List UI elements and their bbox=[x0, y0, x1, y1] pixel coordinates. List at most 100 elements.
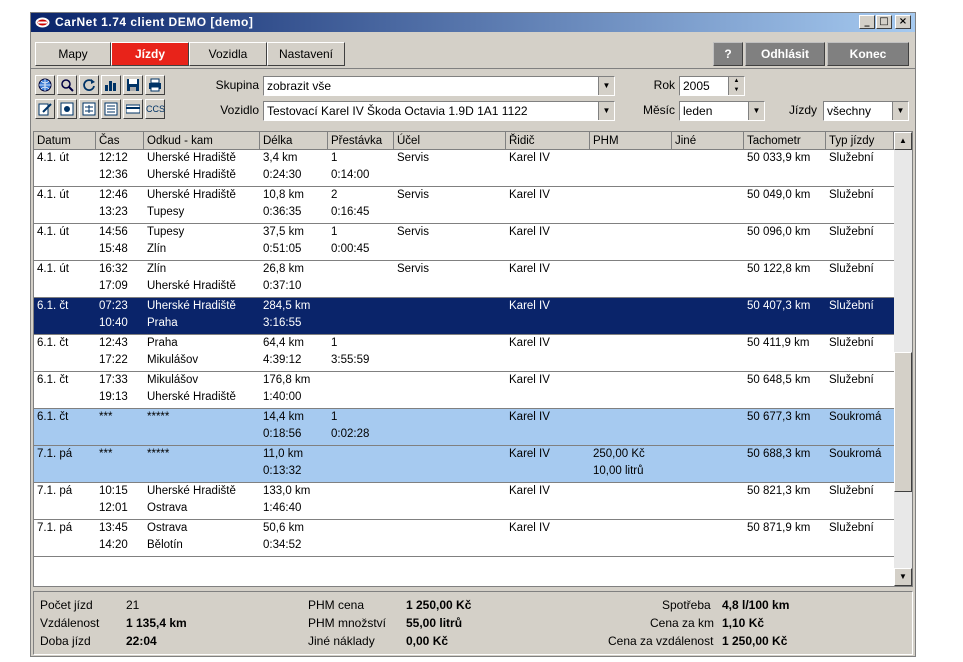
trips-filter-select[interactable]: všechny ▼ bbox=[823, 101, 909, 121]
table-cell: 176,8 km 1:40:00 bbox=[260, 372, 328, 407]
cell-text: 4.1. út bbox=[37, 189, 69, 201]
column-header[interactable]: Čas bbox=[96, 132, 144, 150]
cell-text: Uherské Hradiště bbox=[147, 300, 236, 312]
table-cell bbox=[328, 298, 394, 333]
year-spinner[interactable]: 2005 ▲ ▼ bbox=[679, 76, 745, 96]
cell-text: 12:01 bbox=[99, 502, 128, 514]
refresh-button[interactable] bbox=[79, 75, 99, 95]
table-cell: Služební bbox=[826, 150, 894, 185]
column-header[interactable]: Délka bbox=[260, 132, 328, 150]
table-row[interactable]: 6.1. čt 07:23 10:40 Uherské Hradiště Praha 28… bbox=[34, 298, 894, 335]
save-button[interactable] bbox=[123, 75, 143, 95]
cell-text: 10,00 litrů bbox=[593, 465, 644, 477]
column-header[interactable]: Jiné bbox=[672, 132, 744, 150]
cell-text: 0:37:10 bbox=[263, 280, 302, 292]
chevron-down-icon[interactable]: ▼ bbox=[598, 102, 614, 120]
scroll-down-icon[interactable]: ▼ bbox=[894, 568, 912, 586]
table-cell: Služební bbox=[826, 224, 894, 259]
column-header[interactable]: Tachometr bbox=[744, 132, 826, 150]
table-cell bbox=[672, 446, 744, 481]
table-row[interactable]: 4.1. út 16:32 17:09 Zlín Uherské Hradiště 26,… bbox=[34, 261, 894, 298]
tab-nastaveni[interactable]: Nastavení bbox=[267, 42, 345, 66]
table-cell: 4.1. út bbox=[34, 224, 96, 259]
fuel-price-label: PHM cena bbox=[308, 598, 365, 612]
table-row[interactable]: 4.1. út 12:46 13:23 Uherské Hradiště Tupesy 1… bbox=[34, 187, 894, 224]
ccs-button[interactable]: CCS bbox=[145, 99, 165, 119]
column-header[interactable]: Odkud - kam bbox=[144, 132, 260, 150]
table-row[interactable]: 7.1. pá 13:45 14:20 Ostrava Bělotín 50,6 km 0:… bbox=[34, 520, 894, 557]
minimize-button[interactable]: _ bbox=[859, 15, 875, 29]
calc-button[interactable] bbox=[79, 99, 99, 119]
help-button[interactable]: ? bbox=[713, 42, 743, 66]
cell-text: 133,0 km bbox=[263, 485, 311, 497]
chevron-down-icon[interactable]: ▼ bbox=[748, 102, 764, 120]
vertical-scrollbar[interactable]: ▲ ▼ bbox=[894, 132, 912, 586]
table-cell bbox=[328, 520, 394, 555]
cell-text: 6.1. čt bbox=[37, 300, 69, 312]
table-row[interactable]: 4.1. út 14:56 15:48 Tupesy Zlín 37,5 km 0:51:0… bbox=[34, 224, 894, 261]
scroll-up-icon[interactable]: ▲ bbox=[894, 132, 912, 150]
chart-button[interactable] bbox=[101, 75, 121, 95]
column-header[interactable]: PHM bbox=[590, 132, 672, 150]
print-button[interactable] bbox=[145, 75, 165, 95]
column-header[interactable]: Datum bbox=[34, 132, 96, 150]
table-row[interactable]: 4.1. út 12:12 12:36 Uherské Hradiště Uherské… bbox=[34, 150, 894, 187]
vehicle-select[interactable]: Testovací Karel IV Škoda Octavia 1.9D 1A… bbox=[263, 101, 615, 121]
table-cell: Karel IV bbox=[506, 150, 590, 185]
table-row[interactable]: 6.1. čt *** ***** 14,4 km 0:18:56 1 0:02:28 Kar… bbox=[34, 409, 894, 446]
cell-text: 7.1. pá bbox=[37, 448, 73, 460]
card-button[interactable] bbox=[123, 99, 143, 119]
cell-text: 14:56 bbox=[99, 226, 128, 238]
column-header[interactable]: Účel bbox=[394, 132, 506, 150]
scroll-thumb[interactable] bbox=[894, 352, 912, 492]
table-row[interactable]: 6.1. čt 12:43 17:22 Praha Mikulášov 64,4 km 4:… bbox=[34, 335, 894, 372]
cell-text: 0:34:52 bbox=[263, 539, 302, 551]
tab-vozidla[interactable]: Vozidla bbox=[189, 42, 267, 66]
table-row[interactable]: 6.1. čt 17:33 19:13 Mikulášov Uherské Hradiš… bbox=[34, 372, 894, 409]
price-per-km-value: 1,10 Kč bbox=[722, 616, 765, 630]
table-cell bbox=[394, 409, 506, 444]
other-costs-label: Jiné náklady bbox=[308, 634, 375, 648]
table-row[interactable]: 7.1. pá *** ***** 11,0 km 0:13:32 Karel IV 250… bbox=[34, 446, 894, 483]
table-cell: 1 0:00:45 bbox=[328, 224, 394, 259]
table-cell: 26,8 km 0:37:10 bbox=[260, 261, 328, 296]
column-header[interactable]: Typ jízdy bbox=[826, 132, 894, 150]
table-cell: 50 033,9 km bbox=[744, 150, 826, 185]
table-cell bbox=[672, 261, 744, 296]
cell-text: Karel IV bbox=[509, 152, 550, 164]
close-button[interactable]: × bbox=[895, 15, 911, 29]
cell-text: 1 bbox=[331, 152, 338, 164]
table-cell: Služební bbox=[826, 520, 894, 555]
end-button[interactable]: Konec bbox=[827, 42, 909, 66]
column-header[interactable]: Řidič bbox=[506, 132, 590, 150]
toolbar: CCS Skupina zobrazit vše ▼ Vozidlo Testo… bbox=[31, 69, 915, 129]
column-header[interactable]: Přestávka bbox=[328, 132, 394, 150]
price-per-distance-value: 1 250,00 Kč bbox=[722, 634, 788, 648]
cell-text: Zlín bbox=[147, 243, 167, 255]
month-select[interactable]: leden ▼ bbox=[679, 101, 765, 121]
table-cell: 250,00 Kč 10,00 litrů bbox=[590, 446, 672, 481]
globe-button[interactable] bbox=[35, 75, 55, 95]
table-cell: 12:46 13:23 bbox=[96, 187, 144, 222]
list-button[interactable] bbox=[101, 99, 121, 119]
table-cell: 50 677,3 km bbox=[744, 409, 826, 444]
edit-button[interactable] bbox=[35, 99, 55, 119]
chevron-down-icon[interactable]: ▼ bbox=[892, 102, 908, 120]
save-icon bbox=[127, 79, 139, 91]
group-select[interactable]: zobrazit vše ▼ bbox=[263, 76, 615, 96]
table-row[interactable]: 7.1. pá 10:15 12:01 Uherské Hradiště Ostrava… bbox=[34, 483, 894, 520]
table-cell: Služební bbox=[826, 372, 894, 407]
cell-text: 12:43 bbox=[99, 337, 128, 349]
cell-text: 4:39:12 bbox=[263, 354, 302, 366]
cell-text: Služební bbox=[829, 263, 874, 275]
tab-jizdy[interactable]: Jízdy bbox=[111, 42, 189, 66]
tab-mapy[interactable]: Mapy bbox=[35, 42, 111, 66]
table-cell: Karel IV bbox=[506, 187, 590, 222]
spinner-icon[interactable]: ▲ ▼ bbox=[728, 77, 744, 95]
cell-text: 1 bbox=[331, 337, 338, 349]
search-button[interactable] bbox=[57, 75, 77, 95]
maximize-button[interactable]: □ bbox=[876, 15, 892, 29]
record-button[interactable] bbox=[57, 99, 77, 119]
chevron-down-icon[interactable]: ▼ bbox=[598, 77, 614, 95]
logout-button[interactable]: Odhlásit bbox=[745, 42, 825, 66]
